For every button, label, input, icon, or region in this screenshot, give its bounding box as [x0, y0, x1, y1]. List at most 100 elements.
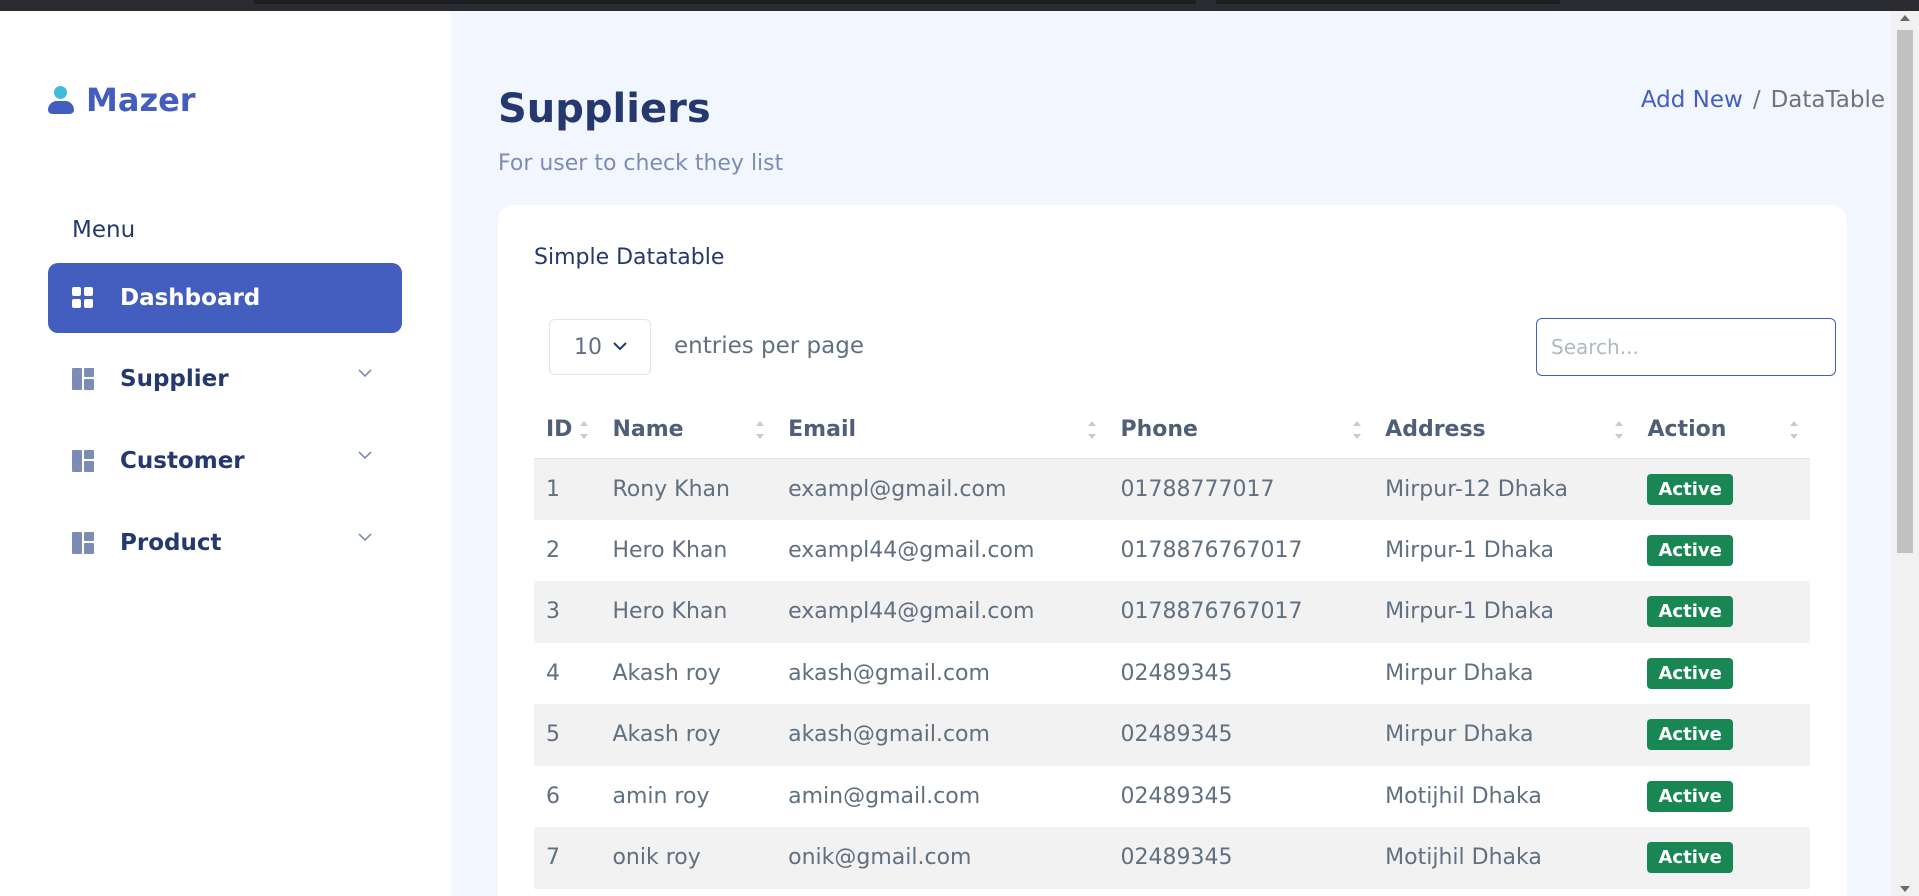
cell-phone: 0178876767017	[1108, 581, 1374, 643]
layout-icon	[72, 450, 94, 472]
breadcrumb-separator: /	[1752, 87, 1761, 113]
breadcrumb-add-new-link[interactable]: Add New	[1641, 87, 1743, 113]
cell-action: Active	[1635, 643, 1810, 705]
chevron-down-icon	[358, 533, 372, 542]
table-row: 4 Akash roy akash@gmail.com 02489345 Mir…	[534, 643, 1810, 705]
cell-action: Active	[1635, 827, 1810, 889]
cell-id: 1	[534, 458, 601, 520]
cell-id: 2	[546, 537, 560, 563]
cell-address: Mirpur-1 Dhaka	[1373, 581, 1636, 643]
table-row: 6 amin roy amin@gmail.com 02489345 Motij…	[534, 766, 1810, 828]
page-title: Suppliers	[498, 86, 711, 132]
cell-address: Mirpur-1 Dhaka	[1385, 537, 1554, 563]
sidebar-item-dashboard[interactable]: Dashboard	[48, 263, 402, 333]
breadcrumb: Add New / DataTable	[1491, 87, 1891, 113]
cell-action: Active	[1635, 458, 1810, 520]
cell-address: Mirpur Dhaka	[1373, 704, 1636, 766]
tab-strip	[1216, 0, 1560, 4]
chevron-down-icon	[613, 342, 627, 351]
cell-id: 6	[546, 783, 560, 809]
grid-icon	[72, 287, 94, 309]
scroll-up-arrow-icon[interactable]	[1900, 15, 1910, 21]
cell-phone: 02489345	[1108, 704, 1374, 766]
cell-name: amin roy	[612, 783, 710, 809]
layout-icon	[72, 532, 94, 554]
cell-email: exampl44@gmail.com	[776, 581, 1109, 643]
sidebar-item-supplier[interactable]: Supplier	[48, 344, 402, 414]
table-header-row: ID Name Email Phone Address Action	[534, 401, 1810, 459]
sidebar-item-label: Dashboard	[120, 285, 261, 311]
per-page-select[interactable]: 10	[549, 319, 651, 375]
cell-address: Motijhil Dhaka	[1373, 827, 1636, 889]
per-page-label: entries per page	[674, 333, 864, 359]
vertical-scrollbar[interactable]	[1891, 11, 1919, 896]
column-header-name[interactable]: Name	[600, 401, 777, 459]
column-header-address[interactable]: Address	[1373, 401, 1636, 459]
cell-phone: 02489345	[1120, 660, 1233, 686]
browser-top-bar	[0, 0, 1919, 11]
menu-title: Menu	[72, 217, 136, 243]
cell-email: akash@gmail.com	[776, 704, 1109, 766]
cell-email: akash@gmail.com	[788, 660, 990, 686]
sort-icon	[1088, 421, 1097, 439]
sidebar-item-label: Product	[120, 530, 222, 556]
cell-id: 7	[534, 827, 601, 889]
sort-icon	[1790, 421, 1798, 439]
cell-name: Akash roy	[600, 704, 777, 766]
sidebar-item-product[interactable]: Product	[48, 508, 402, 578]
chevron-down-icon	[358, 369, 372, 378]
cell-action: Active	[1635, 704, 1810, 766]
cell-email: onik@gmail.com	[776, 827, 1109, 889]
status-badge[interactable]: Active	[1647, 780, 1733, 812]
scroll-down-arrow-icon[interactable]	[1900, 886, 1910, 892]
cell-action: Active	[1635, 520, 1810, 582]
status-badge[interactable]: Active	[1647, 596, 1733, 628]
table-row: 3 Hero Khan exampl44@gmail.com 017887676…	[534, 581, 1810, 643]
scrollbar-thumb[interactable]	[1897, 30, 1913, 553]
app-logo[interactable]: Mazer	[48, 81, 196, 119]
sort-icon	[580, 421, 589, 439]
sidebar: Mazer Menu Dashboard Supplier Customer P…	[0, 11, 451, 896]
cell-name: Hero Khan	[600, 581, 777, 643]
page-subtitle: For user to check they list	[498, 151, 784, 176]
cell-phone: 02489345	[1120, 783, 1233, 809]
datatable-card: Simple Datatable 10 entries per page ID …	[498, 205, 1847, 896]
status-badge[interactable]: Active	[1647, 534, 1733, 566]
cell-email: exampl@gmail.com	[776, 458, 1109, 520]
status-badge[interactable]: Active	[1647, 657, 1733, 689]
column-header-email[interactable]: Email	[776, 401, 1109, 459]
cell-address: Mirpur-12 Dhaka	[1373, 458, 1636, 520]
sidebar-item-customer[interactable]: Customer	[48, 426, 402, 496]
search-input[interactable]	[1536, 318, 1836, 376]
sidebar-item-label: Customer	[120, 448, 245, 474]
breadcrumb-current: DataTable	[1770, 87, 1885, 113]
column-header-action[interactable]: Action	[1635, 401, 1810, 459]
suppliers-table: ID Name Email Phone Address Action 1 Ron…	[534, 401, 1810, 889]
table-row: 2 Hero Khan exampl44@gmail.com 017887676…	[534, 520, 1810, 582]
table-row: 7 onik roy onik@gmail.com 02489345 Motij…	[534, 827, 1810, 889]
cell-phone: 0178876767017	[1120, 537, 1303, 563]
cell-email: exampl44@gmail.com	[788, 537, 1035, 563]
per-page-value: 10	[574, 334, 602, 360]
card-title: Simple Datatable	[534, 245, 725, 270]
cell-name: Akash roy	[612, 660, 721, 686]
cell-name: Rony Khan	[600, 458, 777, 520]
sort-icon	[1615, 421, 1624, 439]
cell-action: Active	[1635, 766, 1810, 828]
table-row: 5 Akash roy akash@gmail.com 02489345 Mir…	[534, 704, 1810, 766]
cell-address: Mirpur Dhaka	[1385, 660, 1534, 686]
cell-id: 3	[534, 581, 601, 643]
column-header-phone[interactable]: Phone	[1108, 401, 1374, 459]
cell-id: 4	[546, 660, 560, 686]
cell-phone: 02489345	[1108, 827, 1374, 889]
layout-icon	[72, 368, 94, 390]
cell-id: 5	[534, 704, 601, 766]
status-badge[interactable]: Active	[1647, 719, 1733, 751]
status-badge[interactable]: Active	[1647, 842, 1733, 874]
cell-address: Motijhil Dhaka	[1385, 783, 1542, 809]
status-badge[interactable]: Active	[1647, 473, 1733, 505]
sort-icon	[1353, 421, 1362, 439]
column-header-id[interactable]: ID	[534, 401, 601, 459]
cell-action: Active	[1635, 581, 1810, 643]
sidebar-item-label: Supplier	[120, 366, 229, 392]
